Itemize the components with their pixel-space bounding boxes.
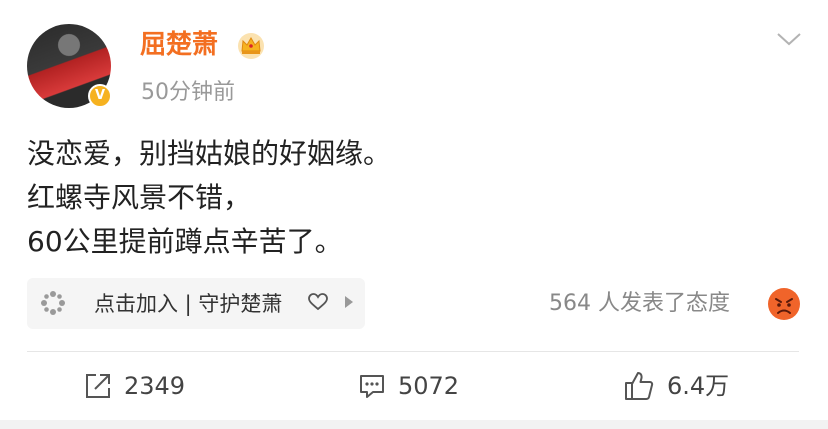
sparkle-icon — [41, 291, 65, 315]
crown-icon — [238, 33, 264, 59]
divider — [27, 351, 799, 352]
chevron-down-icon[interactable] — [776, 30, 802, 48]
reaction-summary[interactable]: 564 人发表了态度 — [549, 289, 730, 319]
repost-count: 2349 — [124, 372, 186, 400]
repost-button[interactable]: 2349 — [84, 368, 185, 404]
post-line: 红螺寺风景不错， — [27, 181, 252, 214]
post-line: 没恋爱，别挡姑娘的好姻缘。 — [27, 137, 392, 170]
angry-face-icon[interactable] — [767, 287, 801, 321]
comment-count: 5072 — [398, 372, 460, 400]
fan-club-label: 点击加入 | 守护楚萧 — [94, 292, 283, 316]
play-arrow-icon — [345, 296, 353, 308]
author-name[interactable]: 屈楚萧 — [140, 28, 218, 62]
comment-icon — [360, 375, 384, 398]
comment-button[interactable]: 5072 — [358, 368, 459, 404]
feed-separator — [0, 420, 828, 429]
heart-icon — [308, 293, 328, 311]
like-count: 6.4万 — [667, 372, 730, 400]
post-content: 没恋爱，别挡姑娘的好姻缘。 红螺寺风景不错， 60公里提前蹲点辛苦了。 — [27, 132, 391, 264]
post-timestamp: 50分钟前 — [141, 80, 235, 105]
post-line: 60公里提前蹲点辛苦了。 — [27, 225, 343, 258]
like-icon — [625, 372, 654, 400]
verified-badge: V — [88, 84, 112, 108]
repost-icon — [86, 374, 110, 398]
like-button[interactable]: 6.4万 — [623, 368, 729, 404]
